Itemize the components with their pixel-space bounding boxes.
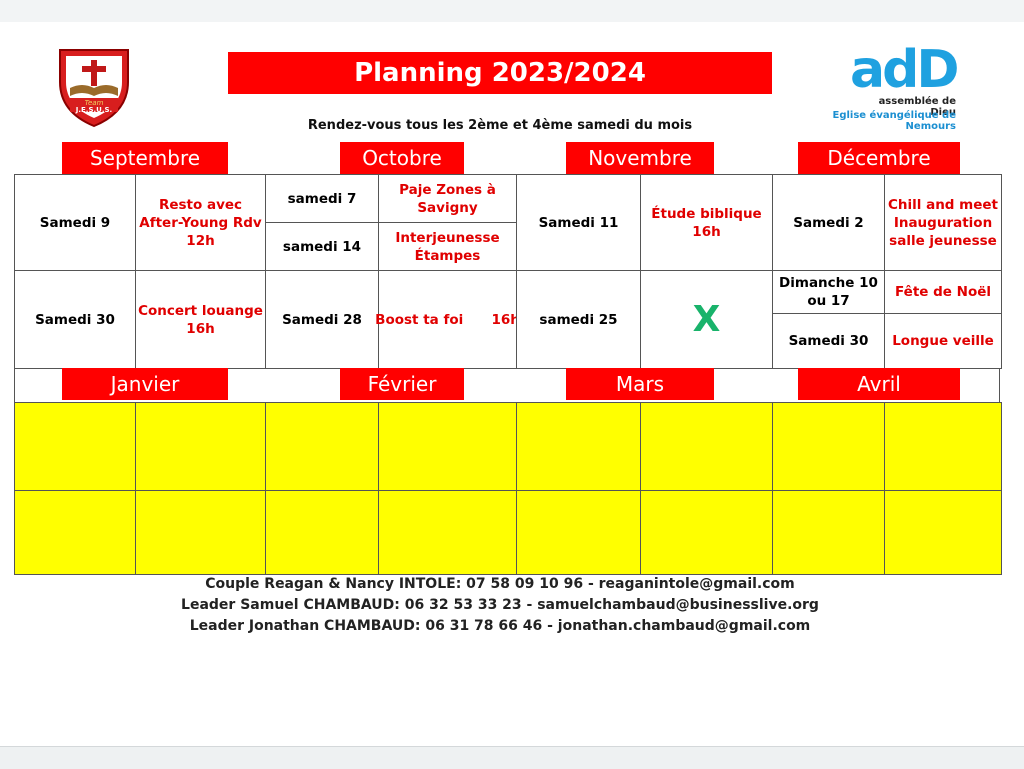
month-header-march: Mars	[566, 368, 714, 400]
empty-cell	[378, 402, 517, 491]
month-header-december: Décembre	[798, 142, 960, 174]
dec-date-2a: Dimanche 10 ou 17	[772, 270, 885, 314]
sep-date-2: Samedi 30	[14, 270, 136, 369]
dec-event-2a: Fête de Noël	[884, 270, 1002, 314]
empty-cell	[265, 402, 379, 491]
oct-event-2: Boost ta foi 16h	[375, 270, 520, 369]
dec-event-1: Chill and meet Inauguration salle jeunes…	[884, 174, 1002, 271]
month-header-april: Avril	[798, 368, 960, 400]
empty-cell	[772, 402, 885, 491]
dec-date-1: Samedi 2	[772, 174, 885, 271]
svg-text:J.E.S.U.S.: J.E.S.U.S.	[75, 106, 112, 114]
month-header-october: Octobre	[340, 142, 464, 174]
month-header-september: Septembre	[62, 142, 228, 174]
empty-cell	[516, 402, 641, 491]
contact-line: Leader Samuel CHAMBAUD: 06 32 53 33 23 -…	[181, 597, 819, 613]
empty-cell	[14, 490, 136, 575]
empty-cell	[14, 402, 136, 491]
dec-date-2b: Samedi 30	[772, 313, 885, 369]
empty-cell	[884, 490, 1002, 575]
empty-cell	[640, 402, 773, 491]
nov-date-1: Samedi 11	[516, 174, 641, 271]
month-header-february: Février	[340, 368, 464, 400]
oct-event-1b: Interjeunesse Étampes	[378, 222, 517, 271]
empty-cell	[135, 402, 266, 491]
contacts-block: Couple Reagan & Nancy INTOLE: 07 58 09 1…	[150, 574, 850, 637]
oct-event-1a: Paje Zones à Savigny	[378, 174, 517, 223]
team-jesus-logo: Team J.E.S.U.S.	[52, 42, 136, 128]
add-logo: adD assemblée de Dieu Eglise évangélique…	[800, 40, 970, 132]
schedule-grid: Samedi 9 Resto avec After-Young Rdv 12h …	[14, 174, 1002, 374]
empty-cell	[640, 490, 773, 575]
nov-event-1: Étude biblique 16h	[640, 174, 773, 271]
add-logo-line2: Eglise évangélique de Nemours	[832, 110, 956, 132]
sep-event-2: Concert louange 16h	[135, 270, 266, 369]
planning-sheet: Team J.E.S.U.S. Planning 2023/2024 adD a…	[0, 22, 1024, 746]
page-title: Planning 2023/2024	[228, 52, 772, 94]
sep-date-1: Samedi 9	[14, 174, 136, 271]
empty-cell	[378, 490, 517, 575]
dec-event-2b: Longue veille	[884, 313, 1002, 369]
empty-cell	[265, 490, 379, 575]
contact-line: Couple Reagan & Nancy INTOLE: 07 58 09 1…	[205, 576, 795, 592]
empty-cell	[135, 490, 266, 575]
contact-line: Leader Jonathan CHAMBAUD: 06 31 78 66 46…	[189, 618, 811, 634]
empty-cell	[772, 490, 885, 575]
subtitle: Rendez-vous tous les 2ème et 4ème samedi…	[307, 118, 693, 133]
nov-date-2: samedi 25	[516, 270, 641, 369]
oct-date-1b: samedi 14	[265, 222, 379, 271]
empty-schedule-grid	[14, 402, 1002, 575]
sep-event-1: Resto avec After-Young Rdv 12h	[135, 174, 266, 271]
empty-cell	[884, 402, 1002, 491]
add-logo-text: adD	[850, 40, 959, 100]
month-header-november: Novembre	[566, 142, 714, 174]
empty-cell	[516, 490, 641, 575]
oct-date-2: Samedi 28	[265, 270, 379, 369]
nov-event-2-x: X	[640, 270, 773, 369]
bottom-bar	[0, 746, 1024, 769]
month-header-january: Janvier	[62, 368, 228, 400]
oct-date-1a: samedi 7	[265, 174, 379, 223]
